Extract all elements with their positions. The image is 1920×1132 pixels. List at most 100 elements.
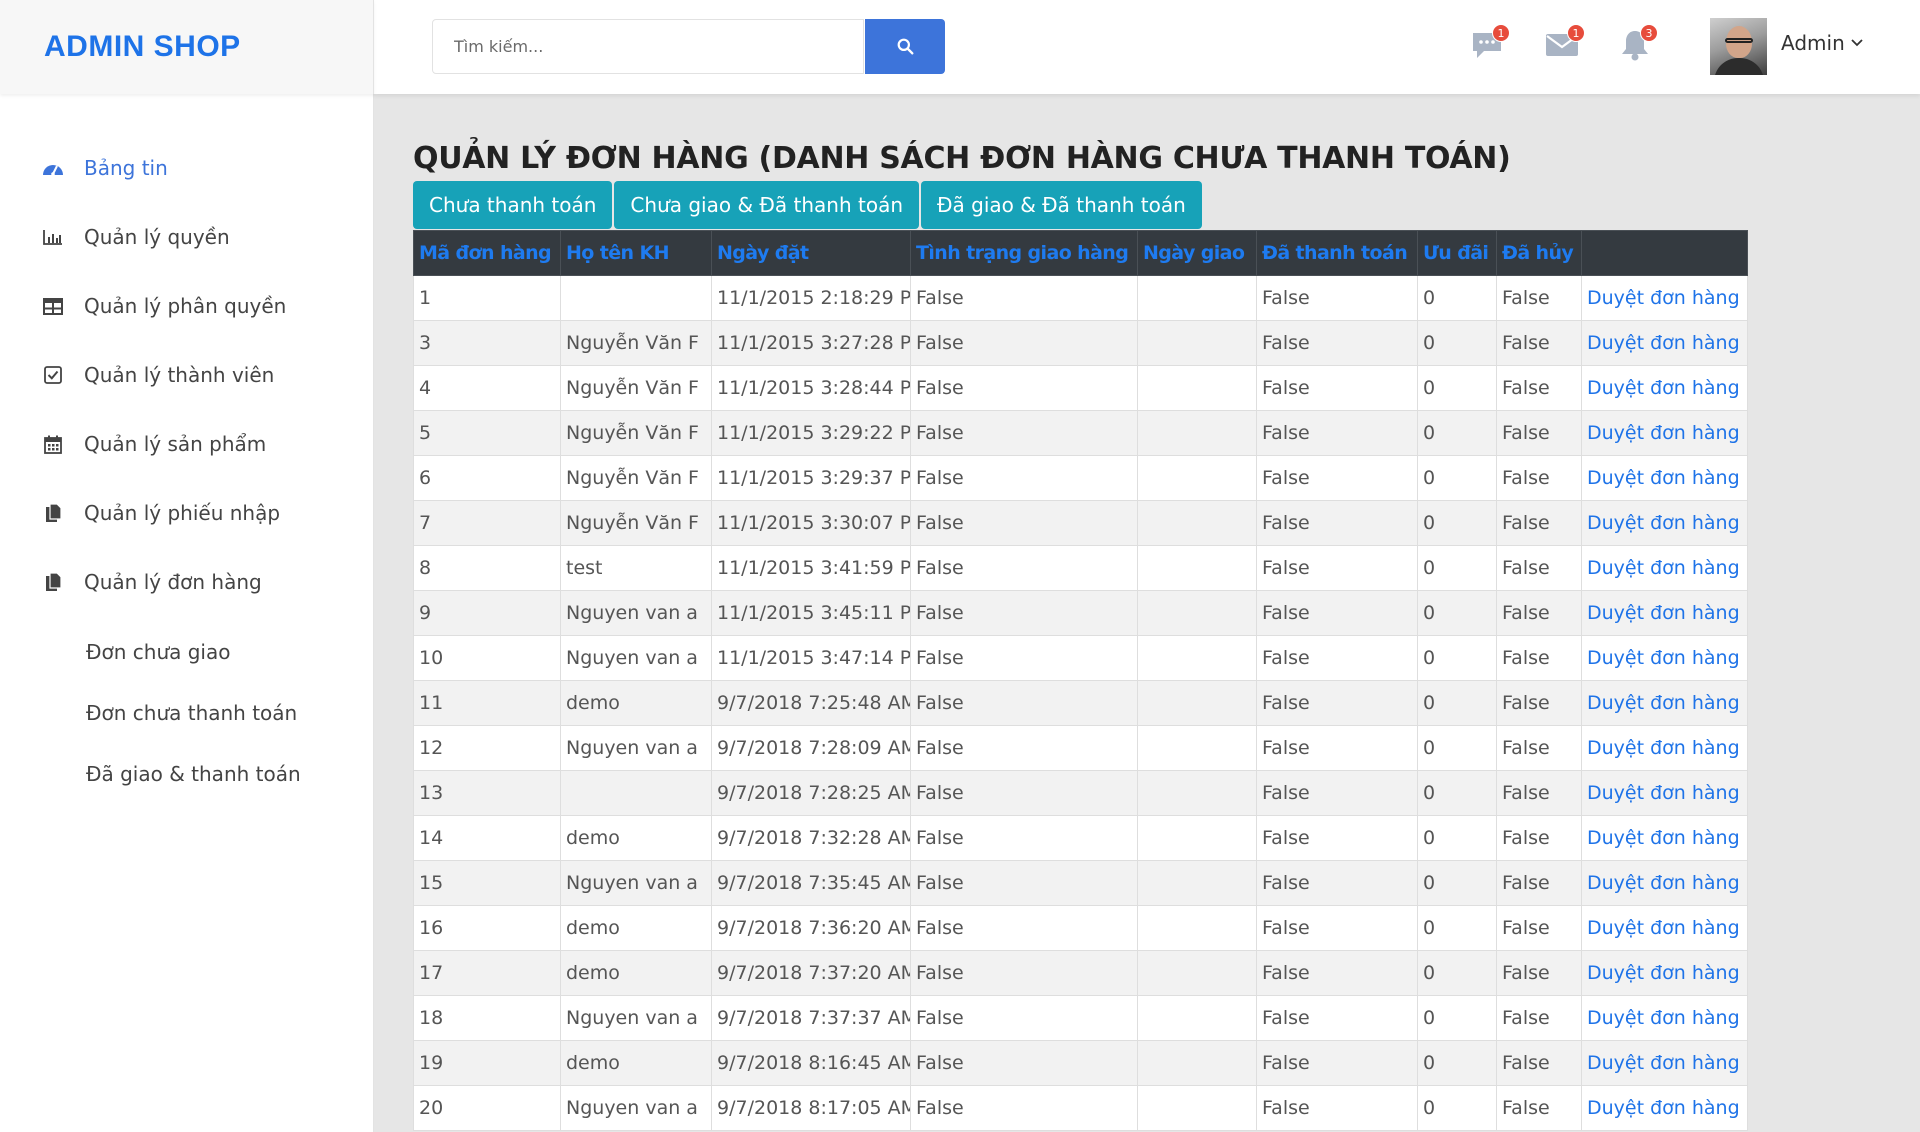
approve-order-link[interactable]: Duyệt đơn hàng: [1587, 872, 1740, 894]
approve-order-link[interactable]: Duyệt đơn hàng: [1587, 377, 1740, 399]
column-header-order-date[interactable]: Ngày đặt: [711, 230, 911, 276]
cancelled-cell: False: [1496, 995, 1582, 1041]
paid-cell: False: [1256, 1085, 1418, 1131]
approve-order-link[interactable]: Duyệt đơn hàng: [1587, 422, 1740, 444]
column-header-paid[interactable]: Đã thanh toán: [1256, 230, 1418, 276]
sidebar-item-orders[interactable]: Quản lý đơn hàng: [42, 570, 262, 594]
sidebar-item-dashboard[interactable]: Bảng tin: [42, 156, 168, 180]
order-id-cell: 12: [413, 725, 561, 771]
customer-name-cell: [560, 770, 712, 816]
delivery-date-cell: [1137, 410, 1257, 456]
column-header-customer-name[interactable]: Họ tên KH: [560, 230, 712, 276]
delivery-date-cell: [1137, 275, 1257, 321]
approve-order-link[interactable]: Duyệt đơn hàng: [1587, 1052, 1740, 1074]
approve-order-link[interactable]: Duyệt đơn hàng: [1587, 917, 1740, 939]
sidebar-subitem-delivered-paid[interactable]: Đã giao & thanh toán: [86, 762, 301, 786]
customer-name-cell: Nguyễn Văn F: [560, 410, 712, 456]
user-menu[interactable]: Admin: [1781, 31, 1863, 55]
sidebar-subitem-undelivered[interactable]: Đơn chưa giao: [86, 640, 230, 664]
approve-order-link[interactable]: Duyệt đơn hàng: [1587, 467, 1740, 489]
mail-button[interactable]: 1: [1545, 24, 1585, 62]
customer-name-cell: Nguyen van a: [560, 995, 712, 1041]
order-id-cell: 10: [413, 635, 561, 681]
approve-order-link[interactable]: Duyệt đơn hàng: [1587, 602, 1740, 624]
tab-delivered-paid[interactable]: Đã giao & Đã thanh toán: [921, 181, 1202, 229]
action-cell: Duyệt đơn hàng: [1581, 275, 1748, 321]
approve-order-link[interactable]: Duyệt đơn hàng: [1587, 692, 1740, 714]
approve-order-link[interactable]: Duyệt đơn hàng: [1587, 557, 1740, 579]
alerts-button[interactable]: 3: [1618, 24, 1658, 62]
approve-order-link[interactable]: Duyệt đơn hàng: [1587, 332, 1740, 354]
column-header-order-id[interactable]: Mã đơn hàng: [413, 230, 561, 276]
approve-order-link[interactable]: Duyệt đơn hàng: [1587, 512, 1740, 534]
page-title: QUẢN LÝ ĐƠN HÀNG (DANH SÁCH ĐƠN HÀNG CHƯ…: [413, 141, 1511, 176]
orders-table: Mã đơn hàng Họ tên KH Ngày đặt Tình trạn…: [413, 230, 1748, 1131]
order-id-cell: 4: [413, 365, 561, 411]
order-id-cell: 8: [413, 545, 561, 591]
approve-order-link[interactable]: Duyệt đơn hàng: [1587, 1097, 1740, 1119]
column-header-delivery-status[interactable]: Tình trạng giao hàng: [910, 230, 1138, 276]
delivery-status-cell: False: [910, 590, 1138, 636]
discount-cell: 0: [1417, 545, 1497, 591]
order-id-cell: 3: [413, 320, 561, 366]
search-input[interactable]: [432, 19, 864, 74]
sidebar: Bảng tin Quản lý quyền Quản lý phân quyề…: [0, 94, 374, 1132]
column-header-discount[interactable]: Ưu đãi: [1417, 230, 1497, 276]
action-cell: Duyệt đơn hàng: [1581, 410, 1748, 456]
order-date-cell: 11/1/2015 2:18:29 PM: [711, 275, 911, 321]
discount-cell: 0: [1417, 410, 1497, 456]
action-cell: Duyệt đơn hàng: [1581, 860, 1748, 906]
messages-button[interactable]: 1: [1470, 24, 1510, 62]
customer-name-cell: demo: [560, 680, 712, 726]
discount-cell: 0: [1417, 995, 1497, 1041]
order-date-cell: 9/7/2018 8:16:45 AM: [711, 1040, 911, 1086]
paid-cell: False: [1256, 770, 1418, 816]
sidebar-item-products[interactable]: Quản lý sản phẩm: [42, 432, 266, 456]
action-cell: Duyệt đơn hàng: [1581, 950, 1748, 996]
approve-order-link[interactable]: Duyệt đơn hàng: [1587, 287, 1740, 309]
sidebar-subitem-unpaid[interactable]: Đơn chưa thanh toán: [86, 701, 297, 725]
customer-name-cell: Nguyễn Văn F: [560, 455, 712, 501]
approve-order-link[interactable]: Duyệt đơn hàng: [1587, 647, 1740, 669]
approve-order-link[interactable]: Duyệt đơn hàng: [1587, 1007, 1740, 1029]
paid-cell: False: [1256, 995, 1418, 1041]
order-date-cell: 9/7/2018 7:28:25 AM: [711, 770, 911, 816]
brand-logo[interactable]: ADMIN SHOP: [0, 0, 374, 94]
search-icon: [897, 38, 913, 55]
discount-cell: 0: [1417, 455, 1497, 501]
sidebar-item-label: Quản lý thành viên: [84, 363, 275, 387]
cancelled-cell: False: [1496, 275, 1582, 321]
sidebar-item-role-assignment[interactable]: Quản lý phân quyền: [42, 294, 286, 318]
tab-unpaid[interactable]: Chưa thanh toán: [413, 181, 613, 229]
paid-cell: False: [1256, 860, 1418, 906]
sidebar-item-permissions[interactable]: Quản lý quyền: [42, 225, 230, 249]
approve-order-link[interactable]: Duyệt đơn hàng: [1587, 737, 1740, 759]
cancelled-cell: False: [1496, 680, 1582, 726]
column-header-cancelled[interactable]: Đã hủy: [1496, 230, 1582, 276]
cancelled-cell: False: [1496, 545, 1582, 591]
paid-cell: False: [1256, 635, 1418, 681]
order-id-cell: 15: [413, 860, 561, 906]
sidebar-item-import-receipts[interactable]: Quản lý phiếu nhập: [42, 501, 280, 525]
order-date-cell: 11/1/2015 3:45:11 PM: [711, 590, 911, 636]
cancelled-cell: False: [1496, 1040, 1582, 1086]
order-id-cell: 16: [413, 905, 561, 951]
approve-order-link[interactable]: Duyệt đơn hàng: [1587, 827, 1740, 849]
action-cell: Duyệt đơn hàng: [1581, 320, 1748, 366]
avatar[interactable]: [1710, 18, 1767, 75]
discount-cell: 0: [1417, 860, 1497, 906]
action-cell: Duyệt đơn hàng: [1581, 500, 1748, 546]
delivery-status-cell: False: [910, 950, 1138, 996]
top-navbar: 1 1 3 Admin: [374, 0, 1920, 94]
approve-order-link[interactable]: Duyệt đơn hàng: [1587, 962, 1740, 984]
delivery-date-cell: [1137, 545, 1257, 591]
discount-cell: 0: [1417, 275, 1497, 321]
tab-undelivered-paid[interactable]: Chưa giao & Đã thanh toán: [614, 181, 920, 229]
search-button[interactable]: [865, 19, 945, 74]
column-header-delivery-date[interactable]: Ngày giao: [1137, 230, 1257, 276]
sidebar-item-members[interactable]: Quản lý thành viên: [42, 363, 274, 387]
approve-order-link[interactable]: Duyệt đơn hàng: [1587, 782, 1740, 804]
order-date-cell: 11/1/2015 3:47:14 PM: [711, 635, 911, 681]
discount-cell: 0: [1417, 905, 1497, 951]
delivery-date-cell: [1137, 725, 1257, 771]
